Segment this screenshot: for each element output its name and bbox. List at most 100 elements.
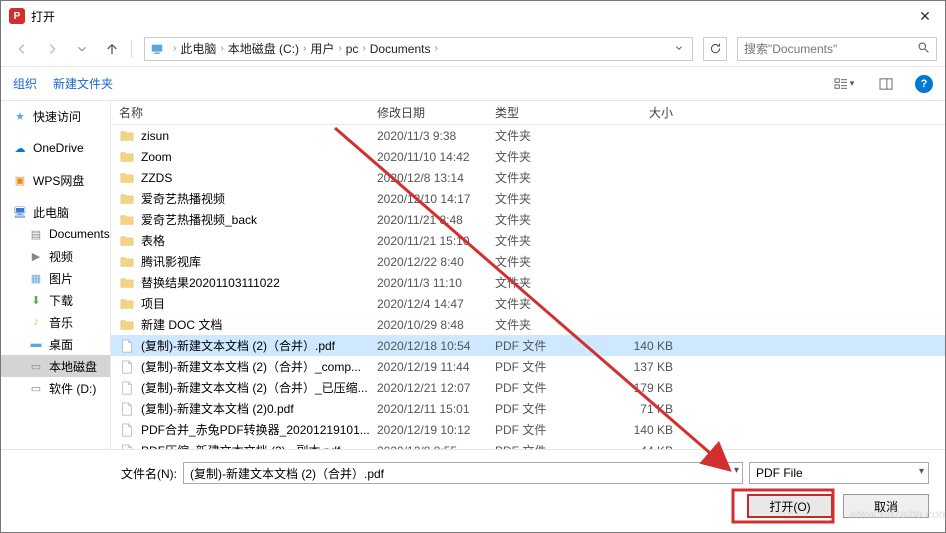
newfolder-button[interactable]: 新建文件夹: [53, 75, 113, 92]
breadcrumb-segment[interactable]: 用户: [310, 40, 334, 57]
sidebar-item-pictures[interactable]: ▦图片: [1, 267, 110, 289]
list-row[interactable]: PDF合并_赤兔PDF转换器_20201219101...2020/12/19 …: [111, 419, 945, 440]
window-title: 打开: [31, 8, 905, 25]
video-icon: ▶: [29, 249, 43, 263]
chevron-right-icon: ›: [338, 43, 341, 54]
column-type[interactable]: 类型: [495, 104, 603, 121]
row-type: PDF 文件: [495, 421, 603, 438]
breadcrumb-segment[interactable]: Documents: [370, 42, 431, 56]
list-row[interactable]: PDF压缩_新建文本文档 (3) - 副本.pdf2020/12/8 8:55P…: [111, 440, 945, 449]
breadcrumb-dropdown[interactable]: [670, 42, 688, 56]
list-row[interactable]: zisun2020/11/3 9:38文件夹: [111, 125, 945, 146]
row-date: 2020/11/10 14:42: [377, 150, 495, 164]
list-row[interactable]: 爱奇艺热播视频_back2020/11/21 8:48文件夹: [111, 209, 945, 230]
list-body[interactable]: zisun2020/11/3 9:38文件夹Zoom2020/11/10 14:…: [111, 125, 945, 449]
row-type: 文件夹: [495, 211, 603, 228]
app-icon: P: [9, 8, 25, 24]
row-type: 文件夹: [495, 190, 603, 207]
row-type: 文件夹: [495, 148, 603, 165]
list-row[interactable]: 腾讯影视库2020/12/22 8:40文件夹: [111, 251, 945, 272]
column-name[interactable]: 名称: [119, 104, 377, 121]
list-row[interactable]: (复制)-新建文本文档 (2)（合并）.pdf2020/12/18 10:54P…: [111, 335, 945, 356]
row-type: 文件夹: [495, 253, 603, 270]
sidebar-item-onedrive[interactable]: ☁OneDrive: [1, 137, 110, 159]
row-date: 2020/11/21 15:10: [377, 234, 495, 248]
breadcrumb-segment[interactable]: pc: [346, 42, 359, 56]
row-date: 2020/12/10 14:17: [377, 192, 495, 206]
list-row[interactable]: 爱奇艺热播视频2020/12/10 14:17文件夹: [111, 188, 945, 209]
recent-dropdown[interactable]: [69, 36, 95, 62]
chevron-down-icon[interactable]: ▾: [734, 465, 739, 476]
list-row[interactable]: 项目2020/12/4 14:47文件夹: [111, 293, 945, 314]
cancel-button[interactable]: 取消: [843, 494, 929, 518]
list-row[interactable]: ZZDS2020/12/8 13:14文件夹: [111, 167, 945, 188]
filetype-select[interactable]: PDF File ▾: [749, 462, 929, 484]
chevron-right-icon: ›: [362, 43, 365, 54]
file-open-dialog: P 打开 ✕ › 此电脑 › 本地磁盘 (C:) › 用户 › pc › Doc…: [0, 0, 946, 533]
breadcrumb-segment[interactable]: 本地磁盘 (C:): [228, 40, 299, 57]
sidebar-item-documents[interactable]: ▤Documents: [1, 223, 110, 245]
filename-input[interactable]: [183, 462, 743, 484]
sidebar-item-downloads[interactable]: ⬇下载: [1, 289, 110, 311]
forward-button[interactable]: [39, 36, 65, 62]
list-row[interactable]: Zoom2020/11/10 14:42文件夹: [111, 146, 945, 167]
row-type: 文件夹: [495, 232, 603, 249]
breadcrumb-segment[interactable]: 此电脑: [180, 40, 216, 57]
preview-pane-button[interactable]: [873, 73, 899, 95]
chevron-right-icon: ›: [434, 43, 437, 54]
pc-icon: 🖥: [13, 205, 27, 219]
sidebar-item-desktop[interactable]: ▬桌面: [1, 333, 110, 355]
list-row[interactable]: 替换结果202011031110222020/11/3 11:10文件夹: [111, 272, 945, 293]
search-input[interactable]: 搜索"Documents": [737, 37, 937, 61]
row-date: 2020/11/3 9:38: [377, 129, 495, 143]
button-row: 打开(O) 取消: [121, 494, 929, 518]
file-icon: [119, 380, 135, 396]
navbar: › 此电脑 › 本地磁盘 (C:) › 用户 › pc › Documents …: [1, 31, 945, 67]
file-icon: [119, 338, 135, 354]
row-date: 2020/11/21 8:48: [377, 213, 495, 227]
list-row[interactable]: (复制)-新建文本文档 (2)（合并）_已压缩...2020/12/21 12:…: [111, 377, 945, 398]
back-button[interactable]: [9, 36, 35, 62]
list-row[interactable]: 表格2020/11/21 15:10文件夹: [111, 230, 945, 251]
row-name: PDF压缩_新建文本文档 (3) - 副本.pdf: [141, 442, 377, 449]
row-name: (复制)-新建文本文档 (2)（合并）.pdf: [141, 337, 377, 354]
row-name: 替换结果20201103111022: [141, 274, 377, 291]
row-name: zisun: [141, 129, 377, 143]
sidebar-item-thispc[interactable]: 🖥此电脑: [1, 201, 110, 223]
row-name: 爱奇艺热播视频: [141, 190, 377, 207]
column-size[interactable]: 大小: [603, 104, 693, 121]
row-type: 文件夹: [495, 295, 603, 312]
sidebar-item-label: 下载: [49, 292, 73, 309]
sidebar-item-label: 视频: [49, 248, 73, 265]
sidebar-item-label: 本地磁盘: [49, 358, 97, 375]
help-button[interactable]: ?: [915, 75, 933, 93]
sidebar-item-music[interactable]: ♪音乐: [1, 311, 110, 333]
list-row[interactable]: (复制)-新建文本文档 (2)（合并）_comp...2020/12/19 11…: [111, 356, 945, 377]
sidebar-item-software-d[interactable]: ▭软件 (D:): [1, 377, 110, 399]
open-button-label: 打开(O): [769, 498, 810, 515]
close-button[interactable]: ✕: [905, 1, 945, 31]
sidebar-item-quickaccess[interactable]: ★快速访问: [1, 105, 110, 127]
documents-icon: ▤: [29, 227, 43, 241]
view-mode-button[interactable]: [831, 73, 857, 95]
up-button[interactable]: [99, 36, 125, 62]
row-date: 2020/12/8 13:14: [377, 171, 495, 185]
sidebar-item-wps[interactable]: ▣WPS网盘: [1, 169, 110, 191]
sidebar-item-videos[interactable]: ▶ 视频: [1, 245, 110, 267]
open-button[interactable]: 打开(O): [747, 494, 833, 518]
sidebar-item-label: 软件 (D:): [49, 380, 96, 397]
file-list: 名称 修改日期 类型 大小 zisun2020/11/3 9:38文件夹Zoom…: [111, 101, 945, 449]
row-name: 项目: [141, 295, 377, 312]
list-row[interactable]: (复制)-新建文本文档 (2)0.pdf2020/12/11 15:01PDF …: [111, 398, 945, 419]
footer: 文件名(N): ▾ PDF File ▾ 打开(O) 取消: [1, 449, 945, 532]
refresh-button[interactable]: [703, 37, 727, 61]
list-row[interactable]: 新建 DOC 文档2020/10/29 8:48文件夹: [111, 314, 945, 335]
breadcrumb[interactable]: › 此电脑 › 本地磁盘 (C:) › 用户 › pc › Documents …: [144, 37, 693, 61]
column-date[interactable]: 修改日期: [377, 104, 495, 121]
row-date: 2020/12/4 14:47: [377, 297, 495, 311]
sidebar-item-label: 桌面: [49, 336, 73, 353]
organize-menu[interactable]: 组织: [13, 75, 37, 92]
row-name: 腾讯影视库: [141, 253, 377, 270]
row-size: 137 KB: [603, 360, 693, 374]
sidebar-item-localdisk[interactable]: ▭本地磁盘: [1, 355, 110, 377]
